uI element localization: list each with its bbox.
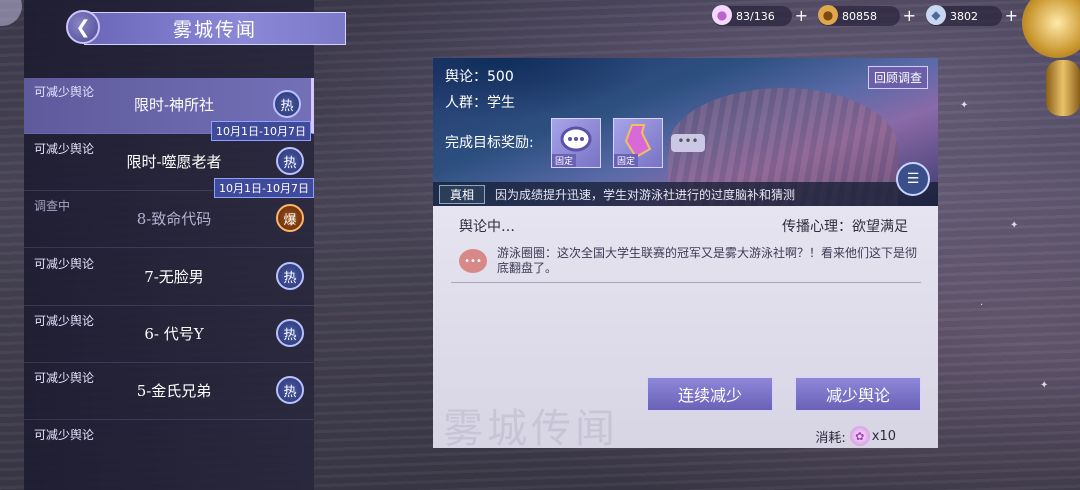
hot-badge-icon: 热 — [276, 319, 304, 347]
cost-row: 消耗: ✿ x10 — [815, 426, 896, 446]
hot-badge-icon: 热 — [276, 147, 304, 175]
reward-item[interactable]: 固定 — [613, 118, 663, 168]
crystal-icon: ◆ — [926, 5, 946, 25]
divider — [451, 282, 921, 283]
reduce-opinion-button[interactable]: 减少舆论 — [795, 377, 921, 411]
list-item[interactable]: 调查中 8-致命代码 爆 — [24, 192, 314, 248]
potion-bottle-icon — [624, 124, 652, 159]
comment-text: 游泳圈圈：这次全国大学生联赛的冠军又是雾大游泳社啊？！看来他们这下是彻底翻盘了。 — [497, 246, 918, 275]
arrow-left-icon: ❮ — [75, 16, 91, 38]
crowd-value: 学生 — [487, 95, 515, 111]
crowd-label: 人群： — [445, 95, 487, 111]
continuous-reduce-button[interactable]: 连续减少 — [647, 377, 773, 411]
list-item[interactable]: 可减少舆论 7-无脸男 热 — [24, 250, 314, 306]
opinion-row: 舆论：500 — [445, 66, 514, 86]
event-detail-header: 舆论：500 人群：学生 完成目标奖励: 回顾调查 固定 固定 ••• 真相 因… — [433, 58, 938, 206]
resource-orbs: ● 83/136 + — [712, 5, 808, 26]
list-item[interactable]: 可减少舆论 6- 代号Y 热 — [24, 307, 314, 363]
gold-ornament-stem — [1046, 60, 1080, 116]
spread-psychology: 传播心理：欲望满足 — [782, 219, 908, 235]
resource-crystals: ◆ 3802 + — [926, 5, 1018, 26]
sparkle: ✦ — [960, 100, 969, 111]
sparkle: ✦ — [1010, 220, 1019, 231]
list-item[interactable]: 可减少舆论 5-金氏兄弟 热 — [24, 364, 314, 420]
back-button[interactable]: ❮ — [66, 10, 100, 44]
list-item[interactable]: 可减少舆论 限时-神所社 热 10月1日-10月7日 — [24, 78, 314, 141]
hot-badge-icon: 热 — [276, 376, 304, 404]
list-item[interactable]: 可减少舆论 — [24, 421, 314, 490]
reward-item[interactable]: 固定 — [551, 118, 601, 168]
chat-bubble-icon — [560, 126, 592, 152]
resource-value: 3802 — [950, 9, 978, 23]
opinion-label: 舆论： — [445, 69, 487, 85]
add-crystals-button[interactable]: + — [1005, 6, 1018, 26]
sparkle: ✦ — [1040, 380, 1049, 391]
item-name: 限时-神所社 — [133, 96, 215, 114]
resource-value: 80858 — [842, 9, 877, 23]
resource-value: 83/136 — [736, 9, 775, 23]
item-name: 8-致命代码 — [136, 210, 212, 228]
item-name: 限时-噬愿老者 — [126, 153, 222, 171]
add-orbs-button[interactable]: + — [795, 6, 808, 26]
item-status: 可减少舆论 — [34, 428, 95, 442]
truth-bar: 真相 因为成绩提升迅速，学生对游泳社进行的过度脑补和猜测 — [433, 182, 938, 206]
item-status: 调查中 — [34, 199, 71, 213]
truth-text: 因为成绩提升迅速，学生对游泳社进行的过度脑补和猜测 — [495, 187, 796, 202]
truth-tag: 真相 — [439, 184, 486, 204]
comment-bubble-icon: ••• — [459, 249, 487, 273]
page-title: 雾城传闻 — [84, 12, 346, 45]
opinion-panel: 雾城传闻 舆论中… 传播心理：欲望满足 ••• 游泳圈圈：这次全国大学生联赛的冠… — [433, 206, 938, 448]
item-name: 5-金氏兄弟 — [136, 382, 212, 400]
pink-orb-icon: ● — [712, 5, 732, 25]
reward-label: 完成目标奖励: — [445, 135, 534, 151]
watermark: 雾城传闻 — [443, 406, 619, 448]
cost-label: 消耗: — [815, 430, 846, 446]
resource-coins: ● 80858 + — [818, 5, 916, 26]
boom-badge-icon: 爆 — [276, 204, 304, 232]
pink-orb-icon: ✿ — [849, 426, 870, 446]
cost-value: x10 — [871, 428, 896, 444]
hot-badge-icon: 热 — [273, 90, 301, 118]
sparkle: · — [980, 300, 984, 311]
list-export-icon: ☰ — [906, 171, 920, 187]
item-name: 7-无脸男 — [144, 268, 204, 286]
gold-coin-icon: ● — [818, 5, 838, 25]
opinion-value: 500 — [487, 69, 514, 85]
hot-badge-icon: 热 — [276, 262, 304, 290]
reward-tag: 固定 — [552, 154, 577, 167]
more-rewards-button[interactable]: ••• — [671, 134, 705, 152]
reward-tag: 固定 — [614, 154, 639, 167]
export-button[interactable]: ☰ — [896, 162, 930, 196]
crowd-row: 人群：学生 — [445, 92, 515, 112]
add-coins-button[interactable]: + — [903, 6, 916, 26]
review-investigation-button[interactable]: 回顾调查 — [867, 66, 928, 89]
item-name: 6- 代号Y — [144, 325, 204, 343]
opinion-status: 舆论中… — [459, 219, 515, 235]
list-item[interactable]: 可减少舆论 限时-噬愿老者 热 10月1日-10月7日 — [24, 135, 314, 198]
